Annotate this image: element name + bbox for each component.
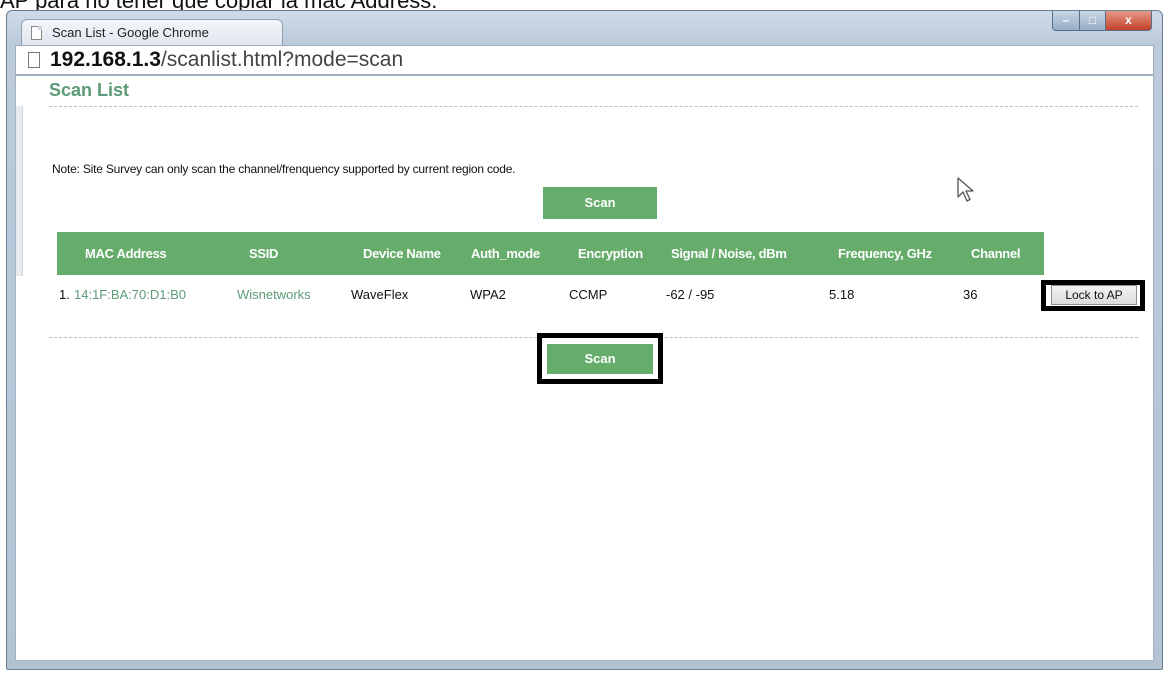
device-name-cell: WaveFlex	[351, 287, 409, 302]
header-ssid: SSID	[249, 246, 279, 261]
header-mac-address: MAC Address	[85, 246, 167, 261]
lock-to-ap-button[interactable]: Lock to AP	[1051, 285, 1137, 305]
minimize-button[interactable]: –	[1052, 11, 1080, 31]
mac-address-link[interactable]: 14:1F:BA:70:D1:B0	[74, 283, 186, 307]
url-host: 192.168.1.3	[50, 48, 161, 71]
header-channel: Channel	[971, 246, 1021, 261]
header-encryption: Encryption	[578, 246, 643, 261]
address-bar[interactable]: 192.168.1.3/scanlist.html?mode=scan	[15, 45, 1154, 75]
maximize-button[interactable]: □	[1080, 11, 1106, 31]
frequency-cell: 5.18	[829, 287, 855, 302]
table-row: 1. 14:1F:BA:70:D1:B0 Wisnetworks WaveFle…	[16, 283, 1153, 307]
header-device-name: Device Name	[363, 246, 441, 261]
page-content: Scan List Note: Site Survey can only sca…	[15, 75, 1154, 661]
page-icon	[31, 26, 42, 40]
close-button[interactable]: x	[1106, 11, 1152, 31]
mouse-cursor-icon	[957, 177, 974, 202]
document-icon	[28, 52, 40, 68]
note-text: Note: Site Survey can only scan the chan…	[52, 162, 516, 176]
table-header: MAC Address SSID Device Name Auth_mode E…	[57, 232, 1044, 275]
ssid-link[interactable]: Wisnetworks	[237, 283, 311, 307]
browser-tab[interactable]: Scan List - Google Chrome	[21, 19, 283, 45]
header-signal-noise: Signal / Noise, dBm	[671, 246, 787, 261]
header-frequency: Frequency, GHz	[838, 246, 932, 261]
scan-button-top[interactable]: Scan	[543, 187, 657, 219]
auth-mode-cell: WPA2	[470, 287, 506, 302]
header-auth-mode: Auth_mode	[471, 246, 540, 261]
title-divider	[49, 106, 1138, 107]
tab-title: Scan List - Google Chrome	[52, 25, 209, 40]
scrollbar[interactable]	[16, 106, 23, 276]
title-bar: Scan List - Google Chrome – □ x	[7, 11, 1162, 45]
url-path: /scanlist.html?mode=scan	[160, 48, 404, 71]
encryption-cell: CCMP	[569, 287, 608, 302]
page-title: Scan List	[49, 80, 130, 100]
browser-window: Scan List - Google Chrome – □ x 192.168.…	[6, 10, 1163, 670]
channel-cell: 36	[963, 287, 978, 302]
window-controls: – □ x	[1052, 11, 1152, 33]
url-text[interactable]: 192.168.1.3/scanlist.html?mode=scan	[50, 48, 403, 72]
row-index: 1.	[59, 287, 70, 302]
signal-noise-cell: -62 / -95	[666, 287, 715, 302]
scan-button-bottom[interactable]: Scan	[547, 344, 653, 374]
